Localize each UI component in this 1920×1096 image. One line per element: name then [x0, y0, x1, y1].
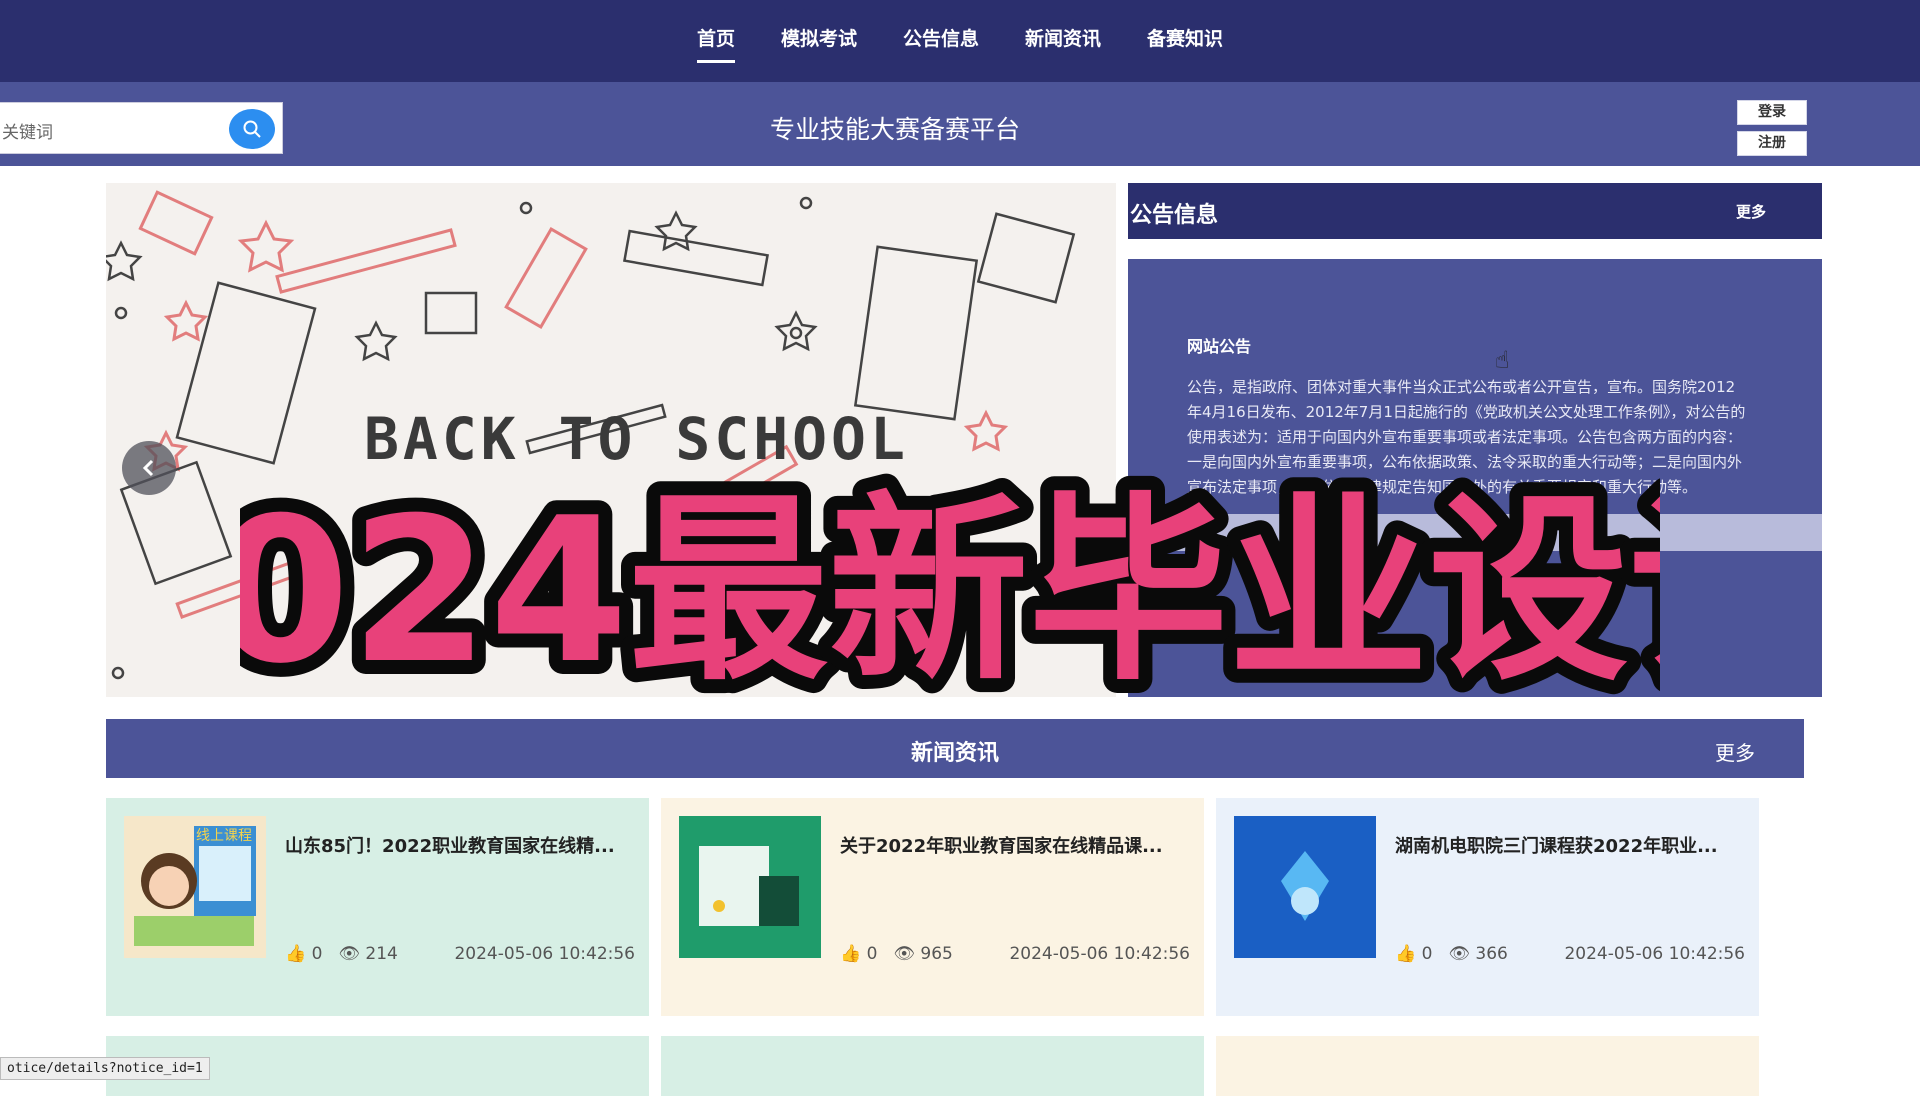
notice-section-header: 公告信息 更多 [1128, 183, 1822, 239]
news-thumbnail: 线上课程 [124, 816, 266, 958]
news-card-meta: 👍 0 👁 366 2024-05-06 10:42:56 [1395, 944, 1745, 964]
eye-icon: 👁 [338, 944, 360, 964]
thumb-up-icon[interactable]: 👍 [840, 944, 861, 964]
like-count: 0 [311, 944, 323, 964]
thumb-up-icon[interactable]: 👍 [285, 944, 306, 964]
auth-buttons: 登录 注册 [1737, 100, 1807, 156]
news-date: 2024-05-06 10:42:56 [1564, 944, 1745, 964]
thumbnail-label: 线上课程 [196, 828, 252, 844]
banner-text: BACK TO SCHOOL [364, 405, 909, 473]
status-bar-url: otice/details?notice_id=1 [0, 1057, 210, 1080]
news-card-title[interactable]: 关于2022年职业教育国家在线精品课... [840, 832, 1190, 858]
view-count: 214 [365, 944, 398, 964]
eye-icon: 👁 [893, 944, 915, 964]
notice-card[interactable]: 网站公告 公告，是指政府、团体对重大事件当众正式公布或者公开宣告，宣布。国务院2… [1128, 259, 1822, 697]
nav-notices[interactable]: 公告信息 [903, 24, 979, 59]
like-count: 0 [866, 944, 878, 964]
chevron-left-icon [142, 459, 154, 477]
news-thumbnail [679, 816, 821, 958]
login-button[interactable]: 登录 [1737, 100, 1807, 125]
news-section-header: 新闻资讯 更多 [106, 719, 1804, 778]
news-card-title[interactable]: 湖南机电职院三门课程获2022年职业... [1395, 832, 1745, 858]
news-section-title: 新闻资讯 [910, 741, 999, 766]
site-title: 专业技能大赛备赛平台 [769, 115, 1020, 144]
nav-knowledge[interactable]: 备赛知识 [1147, 24, 1223, 59]
carousel-prev-button[interactable] [122, 441, 176, 495]
news-card-meta: 👍 0 👁 214 2024-05-06 10:42:56 [285, 944, 635, 964]
news-card-partial[interactable] [1216, 1036, 1759, 1096]
news-card[interactable]: 线上课程 山东85门！2022职业教育国家在线精... 👍 0 👁 214 20… [106, 798, 649, 1016]
news-more-link[interactable]: 更多 [1715, 737, 1755, 766]
main-nav: 首页 模拟考试 公告信息 新闻资讯 备赛知识 [0, 24, 1920, 63]
like-count: 0 [1421, 944, 1433, 964]
news-date: 2024-05-06 10:42:56 [454, 944, 635, 964]
nav-home[interactable]: 首页 [696, 24, 735, 63]
news-card-title[interactable]: 山东85门！2022职业教育国家在线精... [285, 832, 635, 858]
news-card-partial[interactable] [661, 1036, 1204, 1096]
nav-news[interactable]: 新闻资讯 [1025, 24, 1101, 59]
notice-section-title: 公告信息 [1130, 203, 1219, 228]
thumb-up-icon[interactable]: 👍 [1395, 944, 1416, 964]
top-navbar: 首页 模拟考试 公告信息 新闻资讯 备赛知识 [0, 0, 1920, 82]
news-date: 2024-05-06 10:42:56 [1009, 944, 1190, 964]
banner-carousel[interactable]: BACK TO SCHOOL [106, 183, 1116, 697]
nav-mock-exam[interactable]: 模拟考试 [781, 24, 857, 59]
notice-card-title: 网站公告 [1187, 337, 1252, 356]
notice-card-text: 公告，是指政府、团体对重大事件当众正式公布或者公开宣告，宣布。国务院2012年4… [1187, 378, 1746, 496]
hand-cursor-icon: ☝ [1495, 346, 1510, 374]
view-count: 366 [1475, 944, 1508, 964]
news-thumbnail [1234, 816, 1376, 958]
news-card[interactable]: 关于2022年职业教育国家在线精品课... 👍 0 👁 965 2024-05-… [661, 798, 1204, 1016]
notice-more-link[interactable]: 更多 [1736, 201, 1766, 222]
header-bar: 关键词 专业技能大赛备赛平台 登录 注册 [0, 82, 1920, 166]
news-card[interactable]: 湖南机电职院三门课程获2022年职业... 👍 0 👁 366 2024-05-… [1216, 798, 1759, 1016]
eye-icon: 👁 [1448, 944, 1470, 964]
news-card-meta: 👍 0 👁 965 2024-05-06 10:42:56 [840, 944, 1190, 964]
view-count: 965 [920, 944, 953, 964]
register-button[interactable]: 注册 [1737, 131, 1807, 156]
